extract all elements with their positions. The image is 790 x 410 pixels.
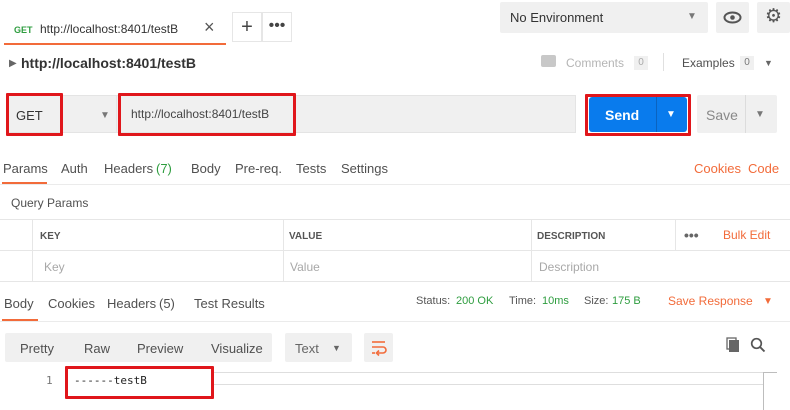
divider [745,95,746,133]
active-line-highlight [214,372,764,385]
divider [0,321,790,322]
caret-right-icon[interactable]: ▶ [9,58,17,69]
value-input[interactable]: Value [290,260,320,274]
response-tab-body[interactable]: Body [4,296,34,311]
highlight-url [118,93,296,136]
scrollbar[interactable] [763,372,777,410]
chevron-down-icon[interactable]: ▼ [764,58,773,68]
response-headers-count: (5) [159,296,175,311]
plus-icon[interactable]: + [232,12,262,42]
comments-count-badge: 0 [634,56,648,70]
highlight-response-body [65,366,214,399]
request-title: http://localhost:8401/testB [21,55,197,71]
divider [663,53,664,71]
view-raw[interactable]: Raw [84,341,110,356]
highlight-send [585,94,691,136]
response-tab-test-results[interactable]: Test Results [194,296,265,311]
format-label: Text [295,341,319,356]
key-input[interactable]: Key [44,260,65,274]
tab-title: http://localhost:8401/testB [40,22,179,36]
comments-button[interactable]: Comments [566,56,624,70]
comment-icon [541,55,556,67]
code-link[interactable]: Code [748,161,779,176]
more-icon[interactable]: ••• [262,12,292,42]
view-pretty[interactable]: Pretty [20,341,54,356]
line-number: 1 [46,374,53,387]
divider [0,281,790,282]
close-icon[interactable]: × [204,17,215,38]
save-response-button[interactable]: Save Response [668,294,753,308]
tab-settings[interactable]: Settings [341,161,388,176]
headers-count: (7) [156,161,172,176]
chevron-down-icon: ▼ [332,343,341,353]
chevron-down-icon: ▼ [100,110,110,121]
status-label: Status: [416,295,451,307]
tab-params[interactable]: Params [3,161,48,176]
tab-prereq[interactable]: Pre-req. [235,161,282,176]
table-header-row: KEY VALUE DESCRIPTION [0,219,790,251]
chevron-down-icon[interactable]: ▼ [755,109,765,120]
copy-icon[interactable] [726,337,740,353]
wrap-lines-icon[interactable] [364,333,393,362]
column-key: KEY [40,231,61,242]
cookies-link[interactable]: Cookies [694,161,741,176]
column-description: DESCRIPTION [537,231,606,242]
environment-label: No Environment [510,10,604,25]
time-value: 10ms [542,295,569,307]
view-visualize[interactable]: Visualize [211,341,263,356]
tab-method-badge: GET [14,25,33,35]
bulk-edit-link[interactable]: Bulk Edit [723,228,770,242]
query-params-table: KEY VALUE DESCRIPTION Key Value Descript… [0,219,790,282]
search-icon[interactable] [750,337,766,353]
response-tab-headers[interactable]: Headers [107,296,156,311]
time-label: Time: [509,295,537,307]
response-tab-cookies[interactable]: Cookies [48,296,95,311]
examples-button[interactable]: Examples [682,56,735,70]
more-icon[interactable]: ••• [684,227,699,243]
table-row: Key Value Description [0,250,790,282]
tab-auth[interactable]: Auth [61,161,88,176]
tab-tests[interactable]: Tests [296,161,326,176]
status-value: 200 OK [456,295,494,307]
tab-headers[interactable]: Headers [104,161,153,176]
save-button-label: Save [706,107,738,123]
chevron-down-icon: ▼ [687,11,697,22]
examples-count-badge: 0 [740,56,754,70]
chevron-down-icon[interactable]: ▼ [763,296,773,307]
column-value: VALUE [289,231,323,242]
view-preview[interactable]: Preview [137,341,183,356]
gear-icon[interactable]: ⚙ [757,2,790,33]
size-value: 175 B [612,295,641,307]
tab-body[interactable]: Body [191,161,221,176]
divider [0,184,790,185]
query-params-title: Query Params [11,196,89,210]
description-input[interactable]: Description [539,260,599,274]
size-label: Size: [584,295,609,307]
highlight-method [6,93,63,136]
eye-icon[interactable] [716,2,749,33]
